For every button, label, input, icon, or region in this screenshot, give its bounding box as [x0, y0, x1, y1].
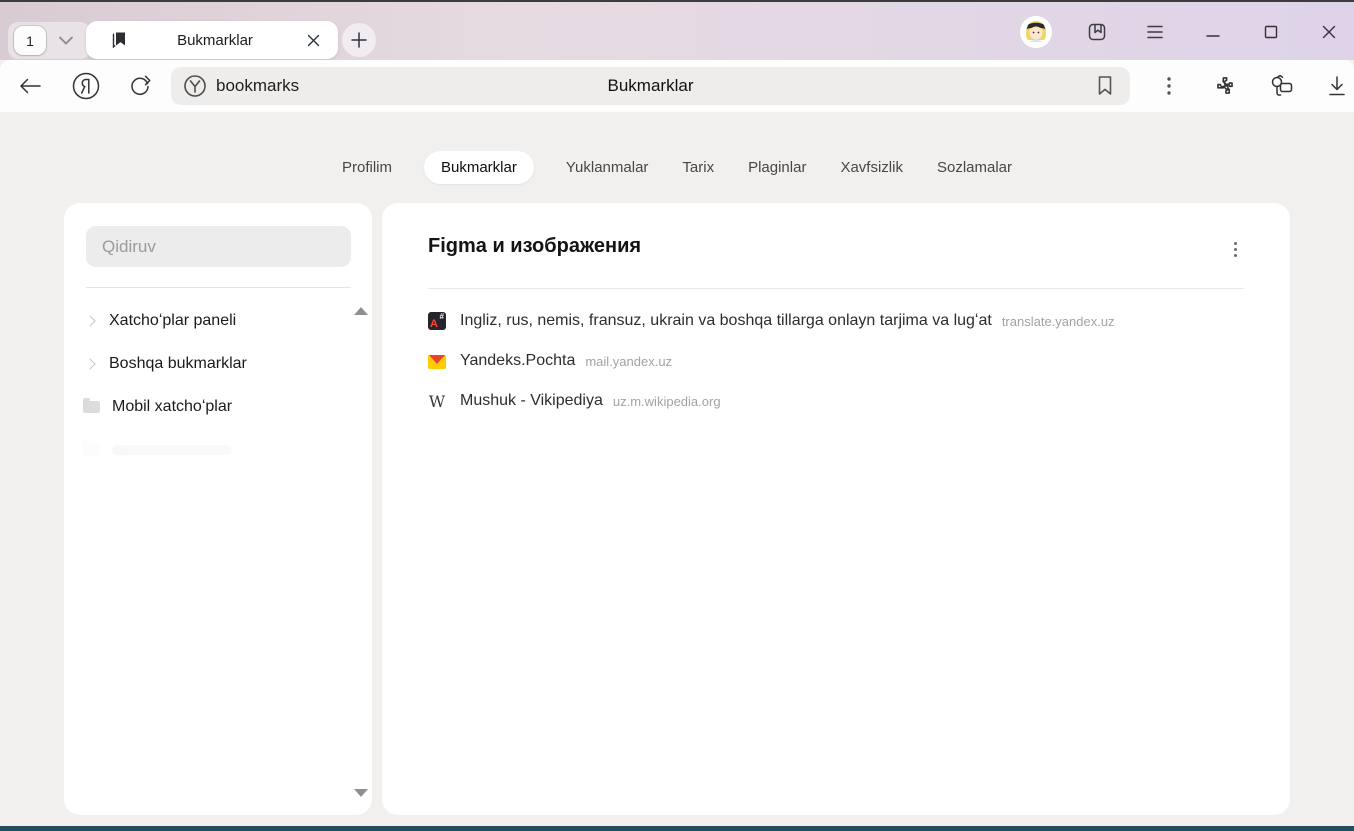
- address-bar[interactable]: bookmarks Bukmarklar: [171, 67, 1130, 105]
- nav-tab-plaginlar[interactable]: Plaginlar: [746, 151, 808, 184]
- sidebar-item-other-bookmarks[interactable]: Boshqa bukmarklar: [64, 342, 354, 385]
- toolbar: bookmarks Bukmarklar: [0, 60, 1354, 112]
- nav-tab-tarix[interactable]: Tarix: [680, 151, 716, 184]
- more-options-icon[interactable]: [1152, 69, 1186, 103]
- divider: [428, 288, 1244, 289]
- nav-tab-profilim[interactable]: Profilim: [340, 151, 394, 184]
- bookmarks-panel: Figma и изображения A # Ingliz, rus, nem…: [382, 203, 1290, 815]
- address-input[interactable]: bookmarks: [216, 76, 299, 96]
- downloads-icon[interactable]: [1320, 69, 1354, 103]
- browser-window: 1 Bukmarklar: [0, 0, 1354, 831]
- chevron-right-icon[interactable]: [84, 315, 95, 326]
- yandex-home-icon[interactable]: [69, 69, 103, 103]
- side-panel-icon[interactable]: [1084, 19, 1110, 45]
- ghost-item: [64, 428, 354, 471]
- maximize-button[interactable]: [1258, 19, 1284, 45]
- bookmark-row[interactable]: Yandeks.Pochta mail.yandex.uz: [428, 341, 1260, 381]
- tab-title: Bukmarklar: [128, 32, 302, 49]
- menu-icon[interactable]: [1142, 19, 1168, 45]
- bookmark-row[interactable]: A # Ingliz, rus, nemis, fransuz, ukrain …: [428, 301, 1260, 341]
- page-title: Bukmarklar: [171, 76, 1130, 96]
- desktop-edge: [0, 826, 1354, 831]
- profile-avatar[interactable]: [1020, 16, 1052, 48]
- folder-icon: [83, 401, 100, 413]
- tab-counter[interactable]: 1: [8, 22, 90, 59]
- nav-tab-bukmarklar[interactable]: Bukmarklar: [424, 151, 534, 184]
- extensions-icon[interactable]: [1208, 69, 1242, 103]
- search-input[interactable]: [86, 226, 351, 267]
- bookmark-title[interactable]: Mushuk - Vikipediya: [460, 392, 603, 410]
- folder-title: Figma и изображения: [428, 235, 641, 258]
- bookmarks-sidebar: Xatchoʻplar paneli Boshqa bukmarklar Mob…: [64, 203, 372, 815]
- bookmark-title[interactable]: Ingliz, rus, nemis, fransuz, ukrain va b…: [460, 312, 992, 330]
- tab-count-badge[interactable]: 1: [14, 26, 46, 55]
- reload-button[interactable]: [123, 69, 157, 103]
- scroll-up-icon[interactable]: [354, 307, 368, 315]
- nav-tab-sozlamalar[interactable]: Sozlamalar: [935, 151, 1014, 184]
- titlebar: 1 Bukmarklar: [0, 0, 1354, 60]
- browser-tab[interactable]: Bukmarklar: [86, 21, 338, 59]
- divider: [86, 287, 351, 288]
- kebab-menu-icon[interactable]: [1224, 237, 1246, 261]
- back-button[interactable]: [13, 69, 47, 103]
- tab-close-icon[interactable]: [302, 29, 324, 51]
- bookmark-title[interactable]: Yandeks.Pochta: [460, 352, 575, 370]
- folder-list: Xatchoʻplar paneli Boshqa bukmarklar Mob…: [64, 299, 354, 471]
- bookmark-flag-icon[interactable]: [1096, 75, 1114, 97]
- bookmark-url: translate.yandex.uz: [1002, 314, 1115, 329]
- bookmark-row[interactable]: W Mushuk - Vikipediya uz.m.wikipedia.org: [428, 381, 1260, 421]
- minimize-button[interactable]: [1200, 19, 1226, 45]
- plus-icon: [351, 32, 367, 48]
- bookmarks-page-icon: [110, 31, 128, 49]
- close-button[interactable]: [1316, 19, 1342, 45]
- password-manager-icon[interactable]: [1264, 69, 1298, 103]
- yandex-mail-icon: [428, 355, 446, 369]
- bookmark-url: uz.m.wikipedia.org: [613, 394, 721, 409]
- bookmark-list: A # Ingliz, rus, nemis, fransuz, ukrain …: [428, 301, 1260, 421]
- folder-icon: [83, 444, 100, 456]
- bookmark-url: mail.yandex.uz: [585, 354, 672, 369]
- wikipedia-icon: W: [428, 392, 446, 410]
- yandex-translate-icon: A #: [428, 312, 446, 330]
- scrollbar[interactable]: [353, 299, 369, 805]
- settings-nav: Profilim Bukmarklar Yuklanmalar Tarix Pl…: [0, 149, 1354, 185]
- scroll-down-icon[interactable]: [354, 789, 368, 797]
- sidebar-item-mobile-bookmarks[interactable]: Mobil xatchoʻplar: [64, 385, 354, 428]
- new-tab-button[interactable]: [342, 23, 376, 57]
- nav-tab-xavfsizlik[interactable]: Xavfsizlik: [838, 151, 905, 184]
- nav-tab-yuklanmalar[interactable]: Yuklanmalar: [564, 151, 651, 184]
- sidebar-item-bookmarks-bar[interactable]: Xatchoʻplar paneli: [64, 299, 354, 342]
- search-engine-icon: [183, 74, 207, 98]
- chevron-down-icon[interactable]: [59, 36, 73, 45]
- chevron-right-icon[interactable]: [84, 358, 95, 369]
